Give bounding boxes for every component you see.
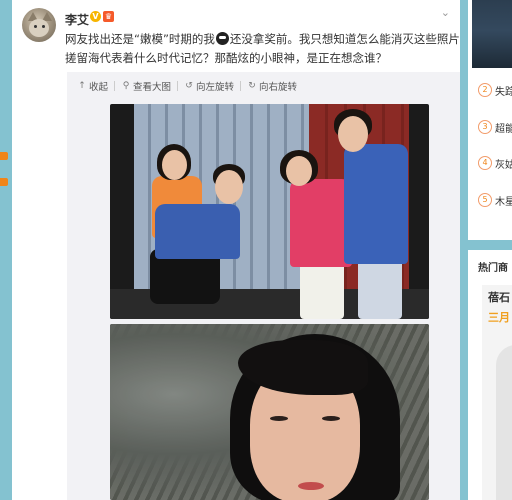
trending-text: 灰姑: [495, 159, 512, 171]
person-white-pants: [300, 259, 344, 319]
view-large-label: 查看大图: [133, 82, 172, 93]
trending-text: 失踪: [495, 86, 512, 98]
magnifier-icon: ⚲: [122, 81, 130, 91]
product-ad[interactable]: 蓓石 三月: [482, 285, 512, 500]
cat-eye: [42, 25, 45, 28]
person-face: [338, 116, 368, 152]
person-blue-jacket: [344, 144, 408, 264]
rotate-left-label: 向左旋转: [196, 82, 235, 93]
trending-item[interactable]: 2 失踪: [478, 83, 512, 98]
feed-card: 李艾 V ♛ ⌄ 网友找出还是“嫩模”时期的我 还没拿奖前。我只想知道怎么能消灭这…: [12, 0, 460, 500]
portrait-eye: [270, 416, 288, 421]
username[interactable]: 李艾: [65, 11, 89, 28]
person-face: [162, 150, 187, 180]
person-blue-sweater: [155, 204, 240, 259]
toolbar-divider: [114, 81, 116, 91]
collapse-arrow-icon: ↑: [78, 81, 86, 91]
notification-dot: [0, 152, 8, 160]
rotate-right-label: 向右旋转: [259, 82, 298, 93]
trending-rank: 5: [478, 193, 492, 207]
post-text-line: 网友找出还是“嫩模”时期的我 还没拿奖前。我只想知道怎么能消灭这些照片…那: [65, 30, 460, 49]
ad-text: 蓓石: [488, 291, 510, 304]
page-left-edge: [0, 0, 12, 500]
rotate-right-icon: ↻: [248, 81, 256, 91]
verified-badge-icon[interactable]: V: [90, 11, 101, 22]
post-text-line: 搓留海代表着什么时代记忆？那酷炫的小眼神，是正在想念谁？: [65, 51, 387, 65]
chevron-down-icon[interactable]: ⌄: [441, 6, 450, 19]
avatar[interactable]: [22, 8, 56, 42]
media-viewer: ↑ 收起 ⚲ 查看大图 ↺ 向左旋转 ↻ 向右旋转: [67, 72, 460, 500]
portrait-lips: [298, 482, 324, 490]
portrait-eye: [322, 416, 340, 421]
trending-item[interactable]: 4 灰姑: [478, 156, 512, 171]
crown-badge-icon[interactable]: ♛: [103, 11, 114, 22]
rotate-left-icon: ↺: [185, 81, 193, 91]
photo-portrait[interactable]: [110, 324, 429, 500]
cat-face: [29, 19, 49, 37]
media-toolbar: ↑ 收起 ⚲ 查看大图 ↺ 向左旋转 ↻ 向右旋转: [77, 78, 303, 94]
cat-eye: [34, 25, 37, 28]
toolbar-divider: [240, 81, 242, 91]
rotate-right-button[interactable]: ↻ 向右旋转: [247, 79, 297, 93]
trending-item[interactable]: 3 超能: [478, 120, 512, 135]
movie-poster[interactable]: [472, 0, 512, 68]
person-pink-top: [290, 179, 352, 267]
trending-rank: 3: [478, 120, 492, 134]
hot-products-title: 热门商: [478, 263, 508, 274]
person-face: [215, 170, 243, 204]
trending-text: 木星: [495, 196, 512, 208]
view-large-button[interactable]: ⚲ 查看大图: [121, 79, 171, 93]
sidebar-hot-products: 热门商 蓓石 三月: [468, 250, 512, 500]
collapse-label: 收起: [89, 82, 109, 93]
person-face: [286, 156, 312, 186]
photo-group-shot[interactable]: [110, 104, 429, 319]
post-text-segment: 网友找出还是“嫩模”时期的我: [65, 32, 215, 46]
sidebar-trending: 2 失踪 3 超能 4 灰姑 5 木星: [468, 0, 512, 240]
trending-item[interactable]: 5 木星: [478, 193, 512, 208]
trending-text: 超能: [495, 123, 512, 135]
toolbar-divider: [177, 81, 179, 91]
trending-rank: 4: [478, 156, 492, 170]
ad-product-image: [496, 345, 512, 500]
notification-dot: [0, 178, 8, 186]
collapse-button[interactable]: ↑ 收起: [77, 79, 108, 93]
post-text: 网友找出还是“嫩模”时期的我 还没拿奖前。我只想知道怎么能消灭这些照片…那 搓留海…: [65, 30, 460, 68]
post-text-segment: 还没拿奖前。我只想知道怎么能消灭这些照片…那: [229, 32, 460, 46]
emoji-icon: [215, 32, 229, 45]
trending-rank: 2: [478, 83, 492, 97]
ad-text-accent: 三月: [488, 311, 510, 324]
rotate-left-button[interactable]: ↺ 向左旋转: [184, 79, 234, 93]
